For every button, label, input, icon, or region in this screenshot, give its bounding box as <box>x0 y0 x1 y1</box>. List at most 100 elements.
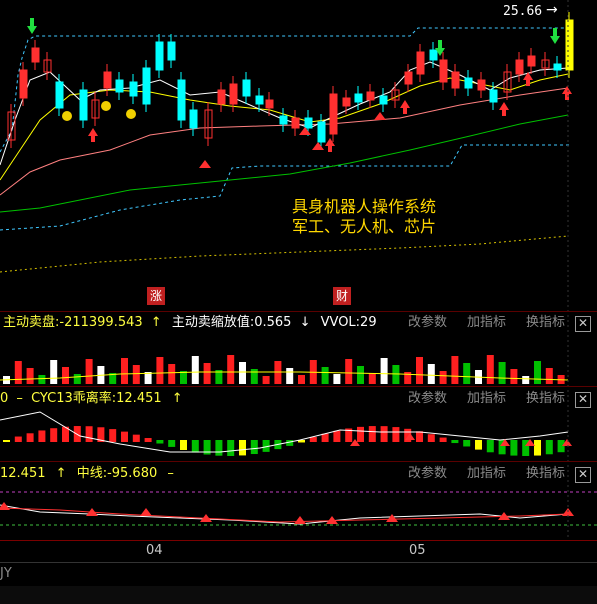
bias-histogram-bar <box>368 426 376 442</box>
xaxis-label-05: 05 <box>409 543 426 558</box>
candle-body <box>416 51 425 75</box>
bias-histogram-bar <box>168 440 176 447</box>
panel3-add-button[interactable]: 加指标 <box>467 466 506 481</box>
panel3-close-icon[interactable]: ✕ <box>575 467 591 483</box>
candle-body <box>565 19 574 71</box>
panel2-close-icon[interactable]: ✕ <box>575 392 591 408</box>
sell-arrow-icon <box>27 18 37 34</box>
candle-body <box>291 117 300 129</box>
panel1-separator <box>0 311 597 312</box>
bias-histogram-bar <box>3 440 10 442</box>
candle-body <box>217 89 226 105</box>
candle-body <box>379 95 388 105</box>
panel1-add-button[interactable]: 加指标 <box>467 315 506 330</box>
volume-bar <box>250 369 258 384</box>
bias-histogram-bar <box>321 433 329 442</box>
bias-histogram-bar <box>227 440 235 456</box>
candle-body <box>342 97 351 107</box>
bias-histogram-bar <box>475 440 482 450</box>
osc-signal-line <box>0 507 569 523</box>
bias-histogram-bar <box>557 440 565 453</box>
zhang-badge[interactable]: 涨 <box>147 287 165 305</box>
panel2-params-button[interactable]: 改参数 <box>408 391 447 406</box>
candle-body <box>103 71 112 89</box>
panel1-indicator-left: 主动卖盘:-211399.543 <box>3 315 143 330</box>
panel2-prefix: 0 <box>0 391 9 406</box>
panel1-params-button[interactable]: 改参数 <box>408 315 447 330</box>
candle-body <box>477 79 486 91</box>
candle-body <box>189 109 198 129</box>
candle-body <box>464 77 473 89</box>
price-arrow-icon: → <box>546 2 558 18</box>
bias-histogram-bar <box>451 440 459 444</box>
ma-green-line <box>0 114 569 213</box>
signal-dot <box>62 111 72 121</box>
footer-separator <box>0 562 597 563</box>
cai-badge[interactable]: 财 <box>333 287 351 305</box>
bias-histogram-bar <box>26 433 34 442</box>
candle-body <box>167 41 176 61</box>
volume-bar <box>298 375 305 384</box>
volume-bar <box>132 365 140 384</box>
candlestick-chart[interactable] <box>0 0 597 604</box>
panel1-switch-button[interactable]: 换指标 <box>526 315 565 330</box>
volume-bar <box>522 376 530 384</box>
volume-bar <box>451 356 459 384</box>
panel3-header: 12.451 ↑ 中线:-95.680 – <box>0 464 174 484</box>
volume-bar <box>156 357 164 384</box>
candle-body <box>177 79 186 121</box>
bias-histogram-bar <box>333 430 341 442</box>
buy-arrow-icon <box>88 128 98 142</box>
bias-histogram-bar <box>144 438 152 442</box>
panel2-arrow-up-icon: ↑ <box>171 391 183 406</box>
volume-bar <box>345 359 353 384</box>
buy-arrow-icon <box>562 86 572 100</box>
signal-triangle-icon <box>374 112 386 120</box>
panel3-indicator-b: 中线:-95.680 <box>76 466 158 481</box>
candle-body <box>366 91 375 101</box>
volume-bar <box>486 355 494 384</box>
bias-histogram-bar <box>510 440 518 456</box>
panel1-close-icon[interactable]: ✕ <box>575 316 591 332</box>
volume-bar <box>357 366 364 384</box>
bias-histogram-bar <box>380 426 388 442</box>
panel1-indicator-mid: 主动卖缩放值:0.565 <box>171 315 292 330</box>
candle-body <box>19 69 28 99</box>
candle-body <box>429 49 438 61</box>
volume-bar <box>191 356 199 384</box>
candle-body <box>451 71 460 89</box>
candle-body <box>142 67 151 105</box>
bias-histogram-bar <box>215 440 223 456</box>
candle-body <box>354 93 363 103</box>
signal-dot <box>101 101 111 111</box>
candle-body <box>229 83 238 105</box>
panel3-separator <box>0 461 597 462</box>
lower-band-line <box>0 144 570 231</box>
volume-bar <box>463 363 471 384</box>
volume-bar <box>121 358 128 384</box>
bias-histogram-bar <box>357 426 364 442</box>
panel1-header: 主动卖盘:-211399.543 ↑ 主动卖缩放值:0.565 ↓ VVOL:2… <box>0 313 377 333</box>
panel2-dash: – <box>16 391 23 406</box>
panel3-switch-button[interactable]: 换指标 <box>526 466 565 481</box>
bias-histogram-bar <box>463 440 471 447</box>
bias-histogram-bar <box>121 431 128 442</box>
candle-body <box>31 47 40 63</box>
signal-triangle-icon <box>199 160 211 168</box>
sell-arrow-icon <box>550 28 560 44</box>
panel3-params-button[interactable]: 改参数 <box>408 466 447 481</box>
bias-histogram-bar <box>180 440 187 451</box>
volume-bar <box>50 360 58 384</box>
osc-line <box>0 504 569 525</box>
panel1-arrow-up-icon: ↑ <box>150 315 162 330</box>
candle-body <box>515 59 524 75</box>
xaxis-label-04: 04 <box>146 543 163 558</box>
bias-histogram-bar <box>50 428 58 442</box>
panel2-add-button[interactable]: 加指标 <box>467 391 506 406</box>
candle-body <box>404 71 413 85</box>
volume-bar <box>333 374 341 384</box>
volume-ma-line <box>0 371 569 381</box>
volume-bar <box>239 362 246 384</box>
osc-triangle-icon <box>294 516 306 524</box>
panel2-switch-button[interactable]: 换指标 <box>526 391 565 406</box>
